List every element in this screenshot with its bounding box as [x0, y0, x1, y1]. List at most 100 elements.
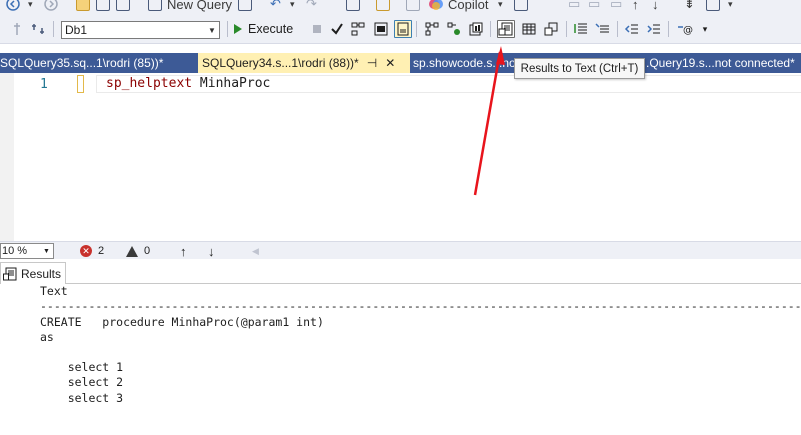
script-icon[interactable]	[238, 0, 252, 12]
separator	[566, 21, 567, 37]
pin-icon[interactable]: ⊣	[367, 56, 377, 70]
results-text-pane[interactable]: Text -----------------------------------…	[0, 284, 801, 435]
separator	[416, 21, 417, 37]
line-number: 1	[40, 77, 48, 92]
open-folder-icon[interactable]	[76, 0, 90, 12]
query-toolbar: Db1 ▼ Execute @ ▾	[0, 14, 801, 44]
zoom-select[interactable]: 10 % ▼	[0, 243, 54, 259]
change-connection-icon[interactable]	[30, 20, 48, 38]
separator	[53, 21, 54, 37]
actual-plan-icon[interactable]	[423, 20, 441, 38]
editor-status-bar: 10 % ▼ ✕ 2 0 ↑ ↓ ◀	[0, 241, 801, 259]
svg-text:@: @	[683, 25, 693, 36]
redo-icon[interactable]: ↷	[306, 0, 317, 12]
previous-error-icon[interactable]: ↑	[180, 243, 187, 259]
error-icon: ✕	[80, 245, 92, 257]
results-to-text-icon[interactable]	[497, 20, 515, 38]
next-error-icon[interactable]: ↓	[208, 243, 215, 259]
execute-button[interactable]: Execute	[234, 20, 293, 38]
arrow-up-icon[interactable]: ↑	[632, 0, 639, 12]
tab-sqlquery35[interactable]: SQLQuery35.sq...1\rodri (85))*	[0, 53, 163, 73]
uncomment-icon[interactable]	[594, 20, 612, 38]
tab-results[interactable]: Results	[0, 262, 66, 284]
warning-count-value: 0	[144, 245, 151, 257]
live-stats-icon[interactable]	[445, 20, 463, 38]
tab-label: .Query19.s...not connected*	[646, 56, 795, 70]
new-query-button[interactable]: New Query	[148, 0, 232, 12]
separator	[617, 21, 618, 37]
scroll-left-icon[interactable]: ◀	[252, 243, 259, 259]
arrow-down-icon[interactable]: ↓	[652, 0, 659, 12]
query-editor[interactable]: 1 sp_helptext MinhaProc	[0, 73, 801, 241]
separator	[227, 21, 228, 37]
search-icon[interactable]	[376, 0, 390, 12]
tab-sqlquery34[interactable]: SQLQuery34.s...1\rodri (88))* ⊣ ✕	[198, 53, 410, 73]
more-dropdown-icon[interactable]: ▾	[696, 20, 714, 38]
estimated-plan-icon[interactable]	[349, 20, 367, 38]
copilot-button[interactable]: Copilot	[428, 0, 488, 12]
specify-values-icon[interactable]: @	[676, 20, 694, 38]
save-icon[interactable]	[96, 0, 110, 12]
layout-icon[interactable]	[514, 0, 528, 12]
chevron-down-icon: ▼	[43, 247, 50, 255]
tab-label: SQLQuery34.s...1\rodri (88))*	[202, 56, 359, 70]
error-count[interactable]: ✕ 2	[80, 243, 104, 259]
results-to-file-icon[interactable]	[542, 20, 560, 38]
parse-icon[interactable]	[328, 20, 346, 38]
tab-sp-showcode[interactable]: sp.showcode.s...not	[413, 53, 519, 73]
comment2-icon[interactable]: ▭	[588, 0, 600, 12]
code-procedure: sp_helptext	[106, 76, 193, 91]
separator	[490, 21, 491, 37]
chevron-down-icon: ▼	[208, 25, 216, 35]
database-select[interactable]: Db1 ▼	[61, 21, 220, 39]
query-options-icon[interactable]	[372, 20, 390, 38]
tab-label: SQLQuery35.sq...1\rodri (85))*	[0, 56, 164, 70]
back-icon[interactable]	[6, 0, 20, 12]
copilot-dropdown-icon[interactable]: ▾	[498, 0, 503, 12]
result-line: select 2	[40, 375, 124, 389]
execute-label: Execute	[248, 22, 294, 36]
toolbar-top: ▾ New Query ↶ ▾ ↷ Copilot ▾ ▭ ▭ ▭ ↑ ↓ ⇟ …	[0, 0, 801, 14]
close-icon[interactable]: ✕	[385, 56, 395, 70]
tab-sqlquery19[interactable]: .Query19.s...not connected*	[646, 53, 795, 73]
client-stats-icon[interactable]	[467, 20, 485, 38]
dropdown-icon[interactable]: ▾	[28, 0, 33, 12]
separator	[668, 21, 669, 37]
play-icon	[234, 24, 242, 34]
split-icon[interactable]: ⇟	[684, 0, 695, 12]
result-line: select 1	[40, 360, 124, 374]
error-count-value: 2	[98, 245, 105, 257]
toolbox-icon[interactable]	[406, 0, 420, 12]
more-dropdown-icon[interactable]: ▾	[728, 0, 733, 12]
document-tabs: SQLQuery35.sq...1\rodri (85))* SQLQuery3…	[0, 53, 801, 73]
warning-count[interactable]: 0	[126, 243, 150, 259]
results-icon	[3, 267, 17, 280]
intellisense-icon[interactable]	[394, 20, 412, 38]
connect-icon[interactable]	[8, 20, 26, 38]
properties-icon[interactable]	[346, 0, 360, 12]
tooltip: Results to Text (Ctrl+T)	[514, 58, 645, 79]
comment3-icon[interactable]: ▭	[610, 0, 622, 12]
code-argument: MinhaProc	[199, 76, 271, 91]
results-tab-label: Results	[21, 266, 62, 281]
results-to-grid-icon[interactable]	[520, 20, 538, 38]
warning-icon	[126, 245, 138, 257]
result-line: ----------------------------------------…	[40, 299, 801, 313]
code-line[interactable]: sp_helptext MinhaProc	[106, 76, 270, 91]
forward-icon[interactable]	[44, 0, 58, 12]
copilot-label: Copilot	[448, 0, 489, 12]
comment-icon[interactable]: ▭	[568, 0, 580, 12]
save-all-icon[interactable]	[116, 0, 130, 12]
database-select-value: Db1	[65, 23, 88, 37]
editor-margin	[0, 73, 14, 241]
increase-indent-icon[interactable]	[645, 20, 663, 38]
zoom-value: 10 %	[2, 245, 28, 257]
cancel-query-icon[interactable]	[308, 20, 326, 38]
comment-out-icon[interactable]	[572, 20, 590, 38]
result-line: Text	[40, 284, 68, 298]
undo-dropdown-icon[interactable]: ▾	[290, 0, 295, 12]
undo-icon[interactable]: ↶	[270, 0, 281, 12]
decrease-indent-icon[interactable]	[623, 20, 641, 38]
lock-icon[interactable]	[706, 0, 720, 12]
result-line: CREATE procedure MinhaProc(@param1 int)	[40, 315, 324, 329]
